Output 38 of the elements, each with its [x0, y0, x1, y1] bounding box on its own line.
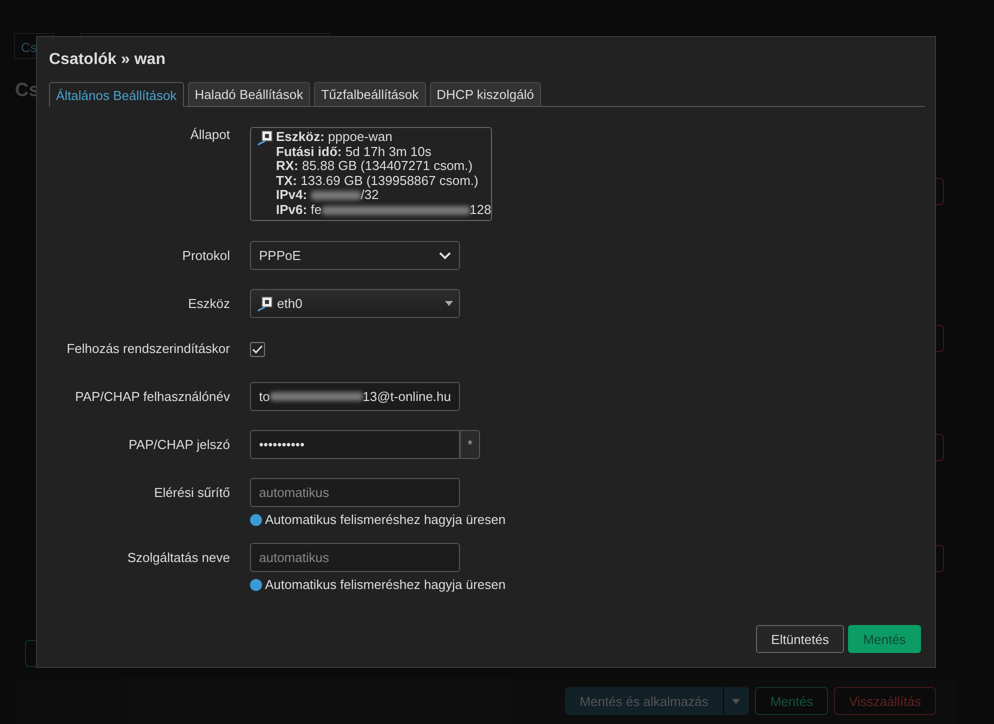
field-label: Felhozás rendszerindításkor	[66, 341, 230, 356]
device-select[interactable]: eth0	[250, 289, 460, 318]
dismiss-button[interactable]: Eltüntetés	[756, 625, 844, 653]
input-field[interactable]: automatikus	[250, 478, 460, 507]
status-line: RX: 85.88 GB (134407271 csom.)	[276, 159, 474, 174]
status-line: IPv4: /32	[276, 188, 379, 202]
help-icon	[250, 514, 262, 526]
status-line: Eszköz: pppoe-wan	[276, 130, 394, 144]
network-port-icon	[257, 130, 273, 146]
protocol-select[interactable]: PPPoE	[250, 241, 460, 270]
network-port-icon	[257, 296, 273, 312]
field-label: Szolgáltatás neve	[126, 549, 230, 567]
field-label: Protokol	[181, 247, 230, 265]
field-label: Eszköz	[187, 295, 230, 313]
field-label: Elérési sűrítő	[153, 484, 230, 502]
input-field[interactable]: automatikus	[250, 543, 460, 572]
checkbox[interactable]	[250, 342, 265, 357]
input-field[interactable]: to 13@t-online.hu	[250, 382, 460, 411]
tab[interactable]: Haladó Beállítások	[188, 82, 310, 106]
chevron-down-icon	[439, 252, 451, 260]
help-icon	[250, 578, 262, 590]
status-line: Futási idő: 5d 17h 3m 10s	[276, 144, 432, 159]
hint-text: Automatikus felismeréshez hagyja üresen	[265, 577, 506, 592]
field-label: Állapot	[189, 127, 230, 142]
redacted-text	[310, 191, 361, 200]
tab[interactable]: DHCP kiszolgáló	[430, 82, 541, 106]
caret-icon	[732, 698, 740, 704]
status-line: IPv6: fe 128	[276, 202, 492, 217]
field-label: PAP/CHAP felhasználónév	[74, 388, 230, 406]
field-label: PAP/CHAP jelszó	[128, 436, 230, 454]
caret-icon	[445, 301, 453, 306]
tab[interactable]: Általános Beállítások	[49, 82, 184, 107]
tab[interactable]: Tűzfalbeállítások	[314, 82, 426, 106]
status-line: TX: 133.69 GB (139958867 csom.)	[276, 174, 480, 188]
hint-text: Automatikus felismeréshez hagyja üresen	[265, 512, 506, 527]
password-field[interactable]: ••••••••••	[250, 430, 460, 459]
reveal-button[interactable]: *	[460, 430, 480, 459]
dropdown-button[interactable]	[723, 687, 750, 715]
